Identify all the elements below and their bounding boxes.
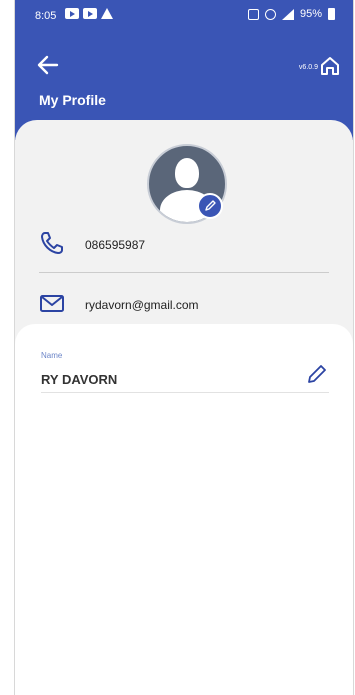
- nfc-icon: [247, 8, 259, 20]
- arrow-left-icon: [37, 55, 59, 75]
- battery-icon: [328, 8, 335, 20]
- status-notifications: [65, 8, 113, 19]
- phone-row[interactable]: 086595987: [39, 230, 329, 264]
- app-frame: 8:05 95% v6.0.9 My Profile 086595987 ryd…: [14, 0, 354, 695]
- battery-percent: 95%: [299, 8, 322, 20]
- field-underline: [41, 392, 329, 393]
- signal-icon: [281, 8, 294, 20]
- name-field-label: Name: [41, 351, 63, 360]
- status-system-icons: 95%: [247, 8, 335, 20]
- app-version: v6.0.9: [298, 64, 318, 71]
- divider: [39, 272, 329, 273]
- phone-number: 086595987: [85, 238, 146, 252]
- page-title: My Profile: [39, 92, 106, 108]
- home-icon: [321, 57, 339, 75]
- youtube-icon: [65, 8, 79, 19]
- home-button[interactable]: [319, 55, 341, 77]
- email-address: rydavorn@gmail.com: [85, 298, 199, 312]
- avatar-head: [175, 158, 199, 188]
- mail-icon: [40, 295, 64, 312]
- edit-name-button[interactable]: [305, 362, 329, 386]
- profile-card: 086595987 rydavorn@gmail.com: [15, 120, 353, 340]
- pencil-icon: [205, 200, 216, 211]
- app-header: 8:05 95% v6.0.9 My Profile: [15, 0, 353, 140]
- info-panel: Name RY DAVORN: [15, 324, 353, 695]
- name-field-value: RY DAVORN: [41, 372, 118, 387]
- phone-icon: [41, 232, 63, 254]
- hotspot-icon: [264, 8, 276, 20]
- email-row[interactable]: rydavorn@gmail.com: [39, 290, 329, 320]
- warning-icon: [101, 8, 113, 19]
- back-button[interactable]: [35, 54, 61, 76]
- pencil-icon: [308, 365, 326, 383]
- status-time: 8:05: [35, 10, 57, 22]
- status-bar: 8:05 95%: [15, 0, 353, 28]
- avatar-edit-button[interactable]: [197, 193, 223, 219]
- youtube-icon: [83, 8, 97, 19]
